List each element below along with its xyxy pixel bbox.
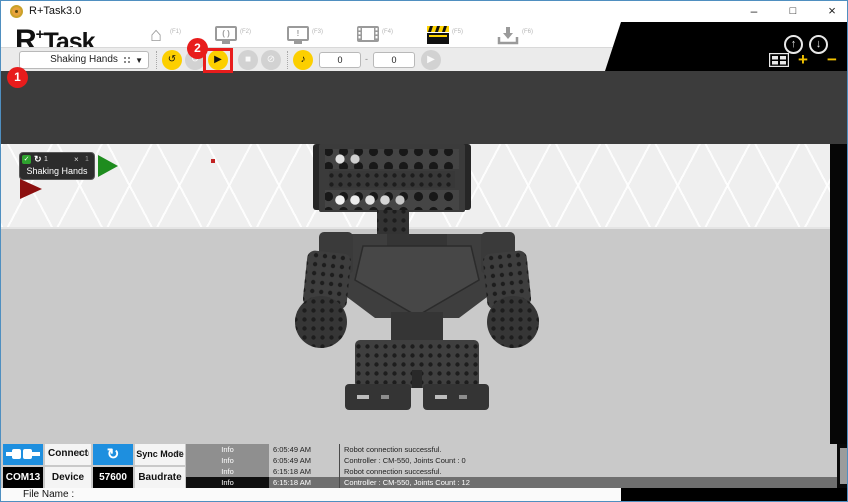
log-row[interactable]: Info 6:05:49 AM Robot connection success… [186, 444, 837, 455]
download-tray-icon [496, 25, 520, 45]
stop-button[interactable]: ■ [238, 50, 258, 70]
play-music-button[interactable]: ▶ [421, 50, 441, 70]
motion-unit-name: Shaking Hands [20, 166, 94, 176]
log-row[interactable]: Info 6:15:18 AM Robot connection success… [186, 466, 837, 477]
log-list: Info 6:05:49 AM Robot connection success… [186, 444, 837, 488]
check-icon: ✓ [22, 155, 31, 164]
tab-output-monitor[interactable]: ! (F3) [285, 25, 311, 47]
divider [287, 51, 288, 69]
log-row[interactable]: Info 6:05:49 AM Controller : CM-550, Joi… [186, 455, 837, 466]
repeat-count-input[interactable]: 0 [319, 52, 361, 68]
play-cursor-red[interactable] [20, 179, 42, 199]
code-monitor-icon: ( ) [215, 26, 237, 41]
multiply-sign: × [74, 155, 79, 164]
loop-icon: ↻ [34, 154, 42, 165]
file-name-label: File Name : [1, 488, 621, 502]
repeat-count-input-2[interactable]: 0 [373, 52, 415, 68]
com-port-value[interactable]: COM13 [3, 467, 43, 488]
device-button[interactable]: Device [45, 467, 91, 488]
baudrate-value[interactable]: 57600 [93, 467, 133, 488]
close-button[interactable]: × [815, 1, 848, 22]
robot-3d-model [291, 144, 541, 414]
connect-icon-button[interactable] [3, 444, 43, 465]
title-bar: R+Task3.0 – □ × [1, 1, 848, 22]
zoom-in-button[interactable]: + [798, 51, 808, 68]
motion-toolbar-row: Shaking Hands ▼ ↺ ↻ ▶ ■ ⊘ ♪ 0 - 0 ▶ [1, 47, 619, 71]
tab-motion-editor-selected[interactable]: (F5) [425, 25, 451, 47]
viewport-tools-panel: ↑ ↓ + − [605, 22, 848, 71]
play-cursor-green[interactable] [98, 155, 118, 177]
clapperboard-icon [426, 25, 450, 45]
divider [156, 51, 157, 69]
maximize-button[interactable]: □ [776, 1, 810, 22]
music-button[interactable]: ♪ [293, 50, 313, 70]
status-bar: Connect (F12) ↻ Sync Mode (F9) COM13 Dev… [1, 444, 848, 488]
annotation-badge-1: 1 [7, 67, 28, 88]
film-strip-icon [356, 25, 380, 43]
viewport-red-marker [211, 159, 215, 163]
connect-button[interactable]: Connect (F12) [45, 444, 91, 465]
loop-count: 1 [44, 156, 48, 163]
baudrate-button[interactable]: Baudrate [135, 467, 185, 488]
home-icon: ⌂ [150, 24, 162, 46]
chevron-down-icon: ▼ [135, 52, 143, 69]
sync-loop-icon: ↻ [107, 446, 120, 463]
undo-button[interactable]: ↺ [162, 50, 182, 70]
tab-home[interactable]: ⌂ (F1) [143, 25, 169, 47]
sync-mode-button[interactable]: Sync Mode (F9) [135, 444, 185, 465]
range-dash: - [365, 54, 368, 64]
file-bar: File Name : [1, 488, 848, 502]
annotation-badge-2: 2 [187, 38, 208, 59]
motion-select-value: Shaking Hands [50, 54, 118, 65]
tab-motion-list[interactable]: (F4) [355, 25, 381, 47]
robot-3d-viewport[interactable] [1, 144, 830, 444]
log-scrollbar-thumb[interactable] [840, 448, 847, 484]
connector-plug-icon [6, 446, 40, 462]
download-robot-button[interactable]: ↓ [809, 35, 828, 54]
main-toolbar: R+Task ⌂ (F1) ( ) (F2) ! (F3) (F4) [1, 22, 848, 71]
motion-select-dropdown[interactable]: Shaking Hands ▼ [19, 51, 149, 69]
window-title: R+Task3.0 [29, 5, 81, 17]
rtask-window: R+Task3.0 – □ × R+Task ⌂ (F1) ( ) (F2) !… [0, 0, 848, 502]
sync-mode-icon-button[interactable]: ↻ [93, 444, 133, 465]
output-monitor-icon: ! [287, 26, 309, 41]
zoom-out-button[interactable]: − [827, 51, 837, 68]
motion-unit-block[interactable]: ✓ ↻ 1 × 1 Shaking Hands [19, 152, 95, 180]
film-grid-icon[interactable] [769, 53, 789, 67]
log-row-selected[interactable]: Info 6:15:18 AM Controller : CM-550, Joi… [186, 477, 837, 488]
app-icon [10, 5, 23, 18]
grid-icon [124, 57, 130, 63]
motion-timeline: 1 2 ✓ ↻ 1 × 1 Shaking Hands ↻ [1, 71, 848, 144]
viewport-scroll-track[interactable] [830, 144, 848, 444]
tab-download[interactable]: (F6) [495, 25, 521, 47]
repeat-times: 1 [85, 156, 89, 163]
tab-code-monitor[interactable]: ( ) (F2) [213, 25, 239, 47]
minimize-button[interactable]: – [737, 1, 771, 22]
annotation-rect-2 [203, 48, 233, 73]
cancel-button[interactable]: ⊘ [261, 50, 281, 70]
